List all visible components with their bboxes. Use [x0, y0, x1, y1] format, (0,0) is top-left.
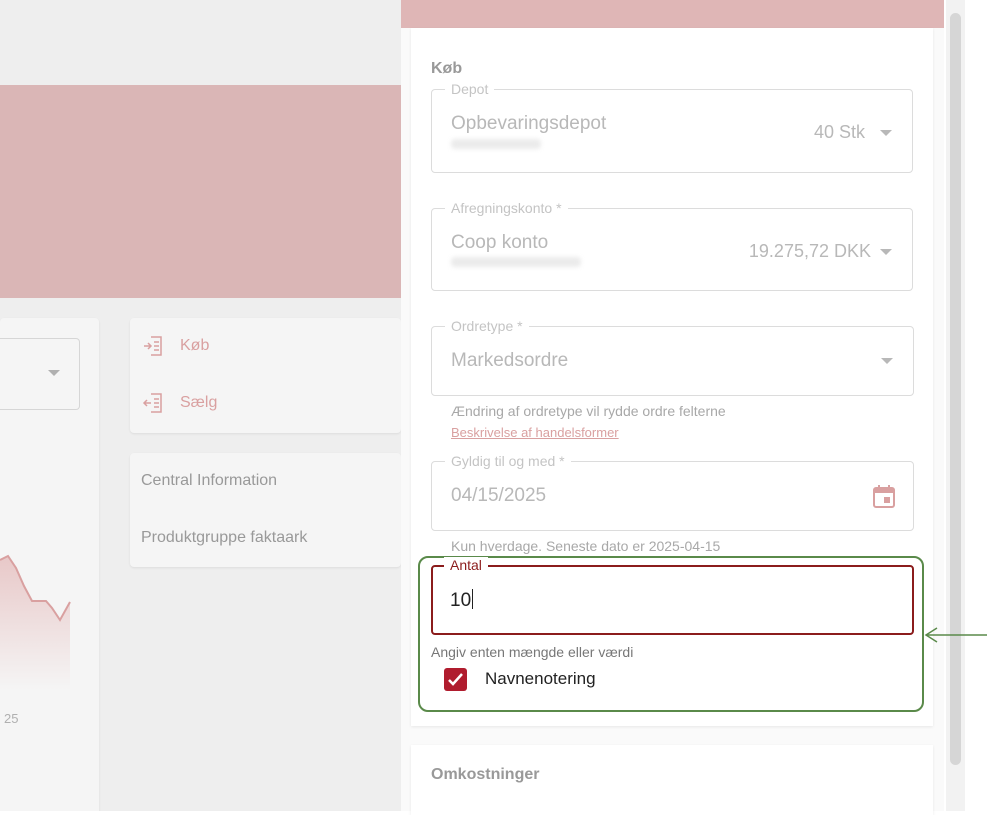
period-select[interactable]: [0, 338, 80, 410]
depot-label: Depot: [445, 81, 495, 97]
name-notation-label[interactable]: Navnenotering: [485, 669, 596, 689]
order-type-helper: Ændring af ordretype vil rydde ordre fel…: [451, 403, 726, 419]
chart-tick-label: 25: [4, 711, 19, 726]
account-balance: 19.275,72 DKK: [748, 241, 871, 261]
valid-until-value: 04/15/2025: [451, 485, 547, 506]
buy-action[interactable]: Køb: [142, 332, 209, 360]
quantity-helper: Angiv enten mængde eller værdi: [431, 644, 634, 660]
order-type-select[interactable]: Ordretype * Markedsordre: [431, 318, 914, 396]
trading-forms-link[interactable]: Beskrivelse af handelsformer: [451, 425, 619, 440]
quantity-label: Antal: [444, 557, 488, 573]
trade-actions-card: Køb Sælg: [130, 318, 401, 433]
product-group-factsheet-link[interactable]: Produktgruppe faktaark: [141, 529, 307, 547]
text-cursor: [472, 589, 474, 609]
checkmark-icon: [448, 673, 463, 686]
dashboard-background: 25 Køb Sælg Central Information Produktg…: [0, 0, 401, 811]
chevron-down-icon: [881, 358, 893, 364]
costs-title: Omkostninger: [431, 766, 540, 783]
valid-until-helper: Kun hverdage. Seneste dato er 2025-04-15: [451, 538, 721, 554]
info-links-card: Central Information Produktgruppe faktaa…: [130, 453, 401, 567]
depot-value: Opbevaringsdepot: [451, 113, 607, 134]
buy-action-label: Køb: [180, 337, 210, 354]
quantity-input[interactable]: Antal 10: [431, 557, 914, 635]
sell-action[interactable]: Sælg: [142, 389, 217, 417]
valid-until-field[interactable]: Gyldig til og med * 04/15/2025: [431, 453, 914, 531]
settlement-account-value: Coop konto: [451, 232, 549, 253]
settlement-account-label: Afregningskonto *: [445, 200, 568, 216]
order-type-label: Ordretype *: [445, 318, 529, 334]
calendar-icon[interactable]: [872, 483, 896, 509]
central-information-link[interactable]: Central Information: [141, 472, 277, 490]
hero-banner: [0, 85, 401, 298]
chevron-down-icon: [880, 130, 892, 136]
account-number-redacted: [451, 257, 581, 267]
sell-icon: [142, 393, 162, 413]
scrollbar-thumb[interactable]: [950, 13, 961, 765]
depot-number-redacted: [451, 139, 541, 149]
depot-quantity: 40 Stk: [813, 122, 865, 142]
valid-until-label: Gyldig til og med *: [445, 453, 571, 469]
annotation-arrow-icon: [924, 627, 987, 643]
panel-header-bar: [401, 0, 944, 28]
chevron-down-icon: [48, 370, 60, 376]
panel-scrollbar[interactable]: [946, 0, 965, 811]
depot-select[interactable]: Depot Opbevaringsdepot 40 Stk: [431, 81, 913, 173]
order-type-value: Markedsordre: [451, 350, 569, 371]
name-notation-checkbox[interactable]: [444, 668, 467, 691]
quantity-value: 10: [450, 589, 474, 612]
sell-action-label: Sælg: [180, 394, 218, 411]
section-title: Køb: [431, 60, 463, 77]
buy-icon: [144, 336, 162, 356]
chevron-down-icon: [880, 249, 892, 255]
chart-area: [0, 556, 70, 690]
settlement-account-select[interactable]: Afregningskonto * Coop konto 19.275,72 D…: [431, 200, 913, 291]
quantity-text: 10: [450, 590, 472, 611]
